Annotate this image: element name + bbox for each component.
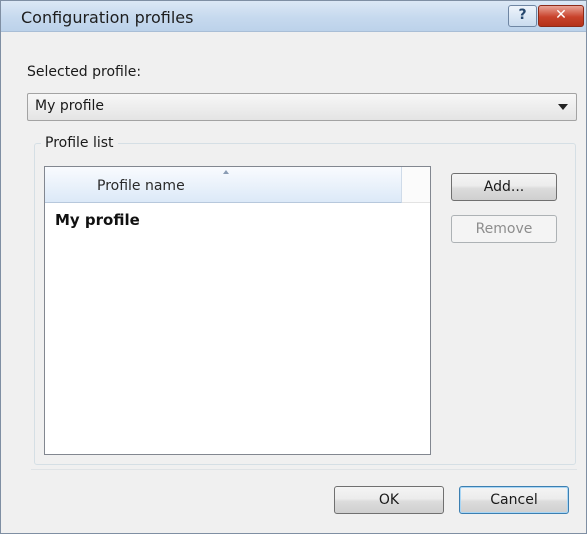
cancel-button[interactable]: Cancel — [459, 486, 569, 514]
selected-profile-dropdown[interactable]: My profile — [27, 93, 577, 121]
add-button[interactable]: Add... — [451, 173, 557, 201]
window-title: Configuration profiles — [21, 8, 194, 27]
selected-profile-label: Selected profile: — [27, 64, 142, 80]
help-button[interactable]: ? — [508, 5, 537, 27]
chevron-down-icon — [558, 104, 568, 110]
profile-list-group-title: Profile list — [41, 135, 118, 151]
ok-button[interactable]: OK — [334, 486, 444, 514]
question-mark-icon: ? — [518, 7, 527, 23]
profile-list-view[interactable]: Profile name My profile — [44, 166, 431, 455]
column-header-label: Profile name — [97, 178, 185, 194]
remove-button[interactable]: Remove — [451, 215, 557, 243]
column-header-filler — [402, 167, 430, 203]
close-icon: ✕ — [555, 7, 567, 23]
column-header-profile-name[interactable]: Profile name — [45, 167, 402, 203]
selected-profile-value: My profile — [35, 98, 105, 114]
configuration-profiles-dialog: Configuration profiles ? ✕ Selected prof… — [0, 0, 587, 534]
footer-separator — [31, 469, 577, 470]
sort-ascending-icon — [223, 170, 229, 174]
title-bar[interactable]: Configuration profiles ? ✕ — [1, 1, 586, 32]
close-button[interactable]: ✕ — [538, 5, 584, 27]
list-item[interactable]: My profile — [55, 211, 140, 229]
